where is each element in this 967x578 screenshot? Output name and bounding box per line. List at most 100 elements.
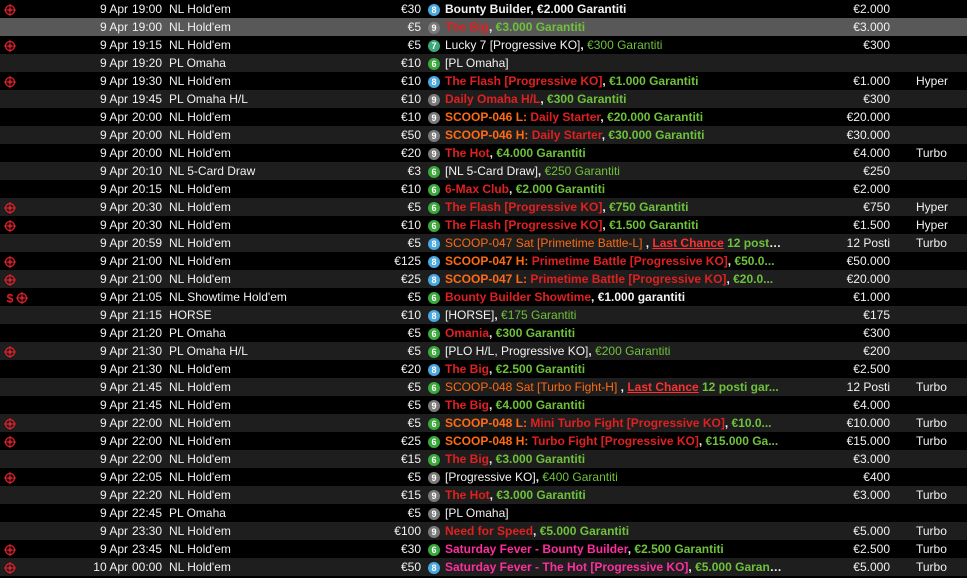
table-row[interactable]: 9 Apr 20:59 NL Hold'em €5 8 SCOOP-047 Sat [Pr… xyxy=(0,234,967,252)
speed-cell xyxy=(916,342,966,360)
date-cell: 9 Apr xyxy=(99,128,128,142)
table-row[interactable]: 9 Apr 19:30 NL Hold'em €10 8 The Flash [Progr… xyxy=(0,72,967,90)
name-part: €300 Garantiti xyxy=(547,92,627,106)
time-cell: 21:30 xyxy=(132,344,163,358)
buyin-cell: €50 xyxy=(400,128,421,142)
prize-cell: €300 xyxy=(863,38,890,52)
table-row[interactable]: 9 Apr 19:00 NL Hold'em €5 9 The Big, €3.000 G… xyxy=(0,18,967,36)
table-row[interactable]: $9 Apr 21:05 NL Showtime Hold'em €5 6 Bounty … xyxy=(0,288,967,306)
table-row[interactable]: 9 Apr 21:30 PL Omaha H/L €5 6 [PLO H/L, Progr… xyxy=(0,342,967,360)
table-row[interactable]: 9 Apr 22:20 NL Hold'em €15 9 The Hot, €3.000 … xyxy=(0,486,967,504)
table-row[interactable]: 9 Apr 22:05 NL Hold'em €5 9 [Progressive KO],… xyxy=(0,468,967,486)
buyin-cell: €5 xyxy=(407,416,421,430)
table-row[interactable]: 9 Apr 21:45 NL Hold'em €5 6 SCOOP-048 Sat [Tu… xyxy=(0,378,967,396)
date-cell: 9 Apr xyxy=(99,218,128,232)
table-row[interactable]: 9 Apr 19:45 PL Omaha H/L €10 9 Daily Omaha H/… xyxy=(0,90,967,108)
table-row[interactable]: 9 Apr 19:15 NL Hold'em €5 7 Lucky 7 [Progress… xyxy=(0,36,967,54)
table-row[interactable]: 9 Apr 21:20 PL Omaha €5 6 Omania, €300 Garant… xyxy=(0,324,967,342)
table-row[interactable]: 9 Apr 20:15 NL Hold'em €10 6 6-Max Club, €2.0… xyxy=(0,180,967,198)
table-row[interactable]: 9 Apr 22:00 NL Hold'em €25 6 SCOOP-048 H: Tur… xyxy=(0,432,967,450)
table-row[interactable]: 9 Apr 20:00 NL Hold'em €10 9 SCOOP-046 L: Dai… xyxy=(0,108,967,126)
name-part: The Hot xyxy=(445,146,490,160)
speed-cell xyxy=(916,360,966,378)
time-cell: 20:30 xyxy=(132,218,163,232)
row-icons xyxy=(4,486,48,504)
date-cell: 9 Apr xyxy=(99,74,128,88)
table-row[interactable]: 9 Apr 20:30 NL Hold'em €10 6 The Flash [Progr… xyxy=(0,216,967,234)
name-part: [HORSE] xyxy=(445,308,495,322)
prize-cell: €20.000 xyxy=(846,110,890,124)
bounty-icon xyxy=(4,39,16,54)
time-cell: 00:00 xyxy=(132,560,163,574)
name-part: Lucky 7 [Progressive KO] xyxy=(445,38,581,52)
table-row[interactable]: 10 Apr 00:00 NL Hold'em €50 8 Saturday Fever … xyxy=(0,558,967,576)
table-row[interactable]: 9 Apr 23:30 NL Hold'em €100 9 Need for Speed,… xyxy=(0,522,967,540)
seats-badge-count: 6 xyxy=(428,328,440,340)
name-part: €1.000 garantiti xyxy=(597,290,686,304)
seats-badge: 9 xyxy=(428,504,443,522)
name-part: €50.0... xyxy=(734,254,775,268)
speed-cell: Turbo xyxy=(916,416,947,430)
table-row[interactable]: 9 Apr 22:00 NL Hold'em €5 6 SCOOP-048 L: Mini… xyxy=(0,414,967,432)
game-cell: NL Hold'em xyxy=(169,200,231,214)
date-cell: 9 Apr xyxy=(99,56,128,70)
table-row[interactable]: 9 Apr 21:15 HORSE €10 8 [HORSE], €175 Garanti… xyxy=(0,306,967,324)
table-row[interactable]: 9 Apr 20:30 NL Hold'em €5 6 The Flash [Progre… xyxy=(0,198,967,216)
table-row[interactable]: 9 Apr 19:00 NL Hold'em €30 8 Bounty Builder, … xyxy=(0,0,967,18)
row-icons xyxy=(4,126,48,144)
bounty-icon xyxy=(16,291,28,306)
game-cell: PL Omaha xyxy=(169,326,226,340)
speed-cell xyxy=(916,126,966,144)
game-cell: NL 5-Card Draw xyxy=(169,164,256,178)
name-part: €300 Garantiti xyxy=(495,326,576,340)
prize-cell: €15.000 xyxy=(846,434,890,448)
table-row[interactable]: 9 Apr 21:30 NL Hold'em €20 8 The Big, €2.500 … xyxy=(0,360,967,378)
game-cell: PL Omaha xyxy=(169,506,226,520)
table-row[interactable]: 9 Apr 20:00 NL Hold'em €50 9 SCOOP-046 H: Dai… xyxy=(0,126,967,144)
game-cell: NL Hold'em xyxy=(169,362,231,376)
game-cell: NL Hold'em xyxy=(169,398,231,412)
buyin-cell: €5 xyxy=(407,380,421,394)
table-row[interactable]: 9 Apr 21:45 NL Hold'em €5 9 The Big, €4.000 G… xyxy=(0,396,967,414)
time-cell: 21:15 xyxy=(132,308,163,322)
speed-cell xyxy=(916,450,966,468)
svg-text:$: $ xyxy=(7,292,14,304)
tournament-name: [PLO H/L, Progressive KO], €200 Garantit… xyxy=(445,342,782,360)
name-part: Turbo Fight [Progressive KO] xyxy=(531,434,699,448)
name-part: , xyxy=(489,452,496,466)
table-row[interactable]: 9 Apr 21:00 NL Hold'em €125 8 SCOOP-047 H: Pr… xyxy=(0,252,967,270)
name-part: €15.000 Ga... xyxy=(705,434,779,448)
date-cell: 9 Apr xyxy=(99,524,128,538)
name-part: 12 posti... xyxy=(723,236,782,250)
buyin-cell: €5 xyxy=(407,200,421,214)
game-cell: NL Hold'em xyxy=(169,236,231,250)
seats-badge: 6 xyxy=(428,378,443,396)
prize-cell: €300 xyxy=(863,92,890,106)
buyin-cell: €30 xyxy=(400,2,421,16)
seats-badge: 9 xyxy=(428,90,443,108)
table-row[interactable]: 9 Apr 20:00 NL Hold'em €20 9 The Hot, €4.000 … xyxy=(0,144,967,162)
bounty-icon xyxy=(4,471,16,486)
table-row[interactable]: 9 Apr 23:45 NL Hold'em €30 6 Saturday Fever -… xyxy=(0,540,967,558)
date-cell: 9 Apr xyxy=(99,506,128,520)
name-part: €2.500 Garantiti xyxy=(495,362,586,376)
table-row[interactable]: 9 Apr 20:10 NL 5-Card Draw €3 6 [NL 5-Card Dr… xyxy=(0,162,967,180)
seats-badge: 8 xyxy=(428,270,443,288)
name-part: Last Chance xyxy=(652,236,724,250)
table-row[interactable]: 9 Apr 22:45 PL Omaha €5 9 [PL Omaha] xyxy=(0,504,967,522)
row-icons xyxy=(4,432,48,450)
table-row[interactable]: 9 Apr 19:20 PL Omaha €10 6 [PL Omaha] xyxy=(0,54,967,72)
bounty-icon xyxy=(4,417,16,432)
table-row[interactable]: 9 Apr 21:00 NL Hold'em €25 8 SCOOP-047 L: Pri… xyxy=(0,270,967,288)
name-part: Saturday Fever - Bounty Builder xyxy=(445,542,628,556)
tournament-name: The Big, €4.000 Garantiti xyxy=(445,396,782,414)
table-row[interactable]: 9 Apr 22:00 NL Hold'em €15 6 The Big, €3.000 … xyxy=(0,450,967,468)
prize-cell: €175 xyxy=(863,308,890,322)
prize-cell: €20.000 xyxy=(846,272,890,286)
date-cell: 9 Apr xyxy=(99,38,128,52)
seats-badge-count: 6 xyxy=(428,166,440,178)
speed-cell xyxy=(916,90,966,108)
prize-cell: €3.000 xyxy=(853,488,890,502)
game-cell: NL Showtime Hold'em xyxy=(169,290,287,304)
name-part: SCOOP-046 L: xyxy=(445,110,531,124)
